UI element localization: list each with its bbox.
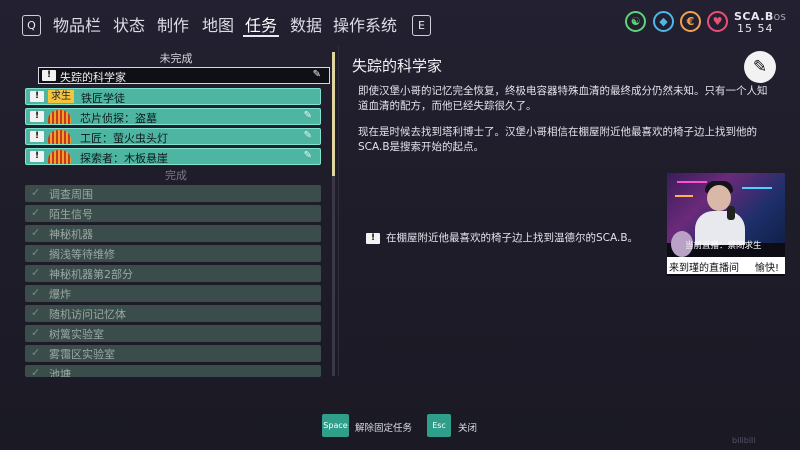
completed-quest-row[interactable]: ✓ 陌生信号 — [25, 205, 321, 222]
next-tab-key[interactable]: E — [412, 15, 431, 36]
completed-quest-row[interactable]: ✓ 神秘机器 — [25, 225, 321, 242]
now-streaming-label: 当前直播：禁闭求生 — [685, 241, 762, 251]
quest-list-scrollbar-thumb[interactable] — [332, 52, 335, 176]
quest-label: 探索者：木板悬崖 — [80, 152, 168, 165]
neon-light — [675, 195, 693, 197]
quest-tag: 求生 — [48, 90, 74, 103]
alert-icon: ! — [366, 232, 380, 244]
completed-quest-row[interactable]: ✓ 调查周围 — [25, 185, 321, 202]
quest-list-scrollbar-track[interactable] — [332, 176, 335, 376]
pin-icon[interactable]: ✎ — [304, 150, 312, 161]
ticker-right-text: 愉快! — [755, 263, 780, 274]
quest-label: 神秘机器第2部分 — [49, 268, 133, 281]
quest-selected-label: 失踪的科学家 — [60, 71, 126, 84]
quest-label: 陌生信号 — [49, 208, 93, 221]
food-glyph: € — [686, 15, 695, 28]
microphone-icon — [727, 206, 735, 220]
check-icon: ✓ — [31, 266, 41, 279]
quest-label: 爆炸 — [49, 288, 71, 301]
quest-label: 铁匠学徒 — [81, 92, 125, 105]
check-icon: ✓ — [31, 326, 41, 339]
stream-overlay: 当前直播：禁闭求生 来到瑾的直播间 愉快! — [667, 173, 785, 276]
quest-label: 调查周围 — [49, 188, 93, 201]
alert-icon: ! — [30, 111, 44, 122]
check-icon: ✓ — [31, 206, 41, 219]
completed-quest-row[interactable]: ✓ 爆炸 — [25, 285, 321, 302]
neon-light — [742, 187, 772, 189]
neon-light — [677, 181, 707, 183]
alert-icon: ! — [30, 131, 44, 142]
quest-objective: ! 在棚屋附近他最喜欢的椅子边上找到温德尔的SCA.B。 — [366, 230, 638, 245]
quest-objective-text: 在棚屋附近他最喜欢的椅子边上找到温德尔的SCA.B。 — [386, 232, 639, 244]
quest-description-2: 现在是时候去找到塔利博士了。汉堡小哥相信在棚屋附近他最喜欢的椅子边上找到他的SC… — [358, 126, 757, 153]
unpin-quest-label: 解除固定任务 — [355, 423, 413, 434]
incomplete-header: 未完成 — [159, 52, 193, 65]
quest-row[interactable]: ! 求生 铁匠学徒 — [25, 88, 321, 105]
quest-selected[interactable]: ! 失踪的科学家 ✎ — [38, 67, 330, 84]
heat-icon — [48, 150, 71, 164]
check-icon: ✓ — [31, 186, 41, 199]
food-icon: € — [680, 11, 701, 32]
pin-quest-icon[interactable]: ✎ — [744, 51, 776, 83]
stamina-icon: ☯ — [625, 11, 646, 32]
active-tab-underline — [243, 35, 279, 37]
pin-icon[interactable]: ✎ — [313, 69, 321, 80]
quest-label: 雾霭区实验室 — [49, 348, 115, 361]
health-icon: ♥ — [707, 11, 728, 32]
completed-header: 完成 — [165, 169, 187, 182]
quest-row[interactable]: ! 芯片侦探：盗墓 ✎ — [25, 108, 321, 125]
alert-icon: ! — [30, 151, 44, 162]
check-icon: ✓ — [31, 346, 41, 359]
quest-label: 树篱实验室 — [49, 328, 104, 341]
quest-label: 池塘 — [49, 368, 71, 377]
completed-quest-row[interactable]: ✓ 随机访问记忆体 — [25, 305, 321, 322]
tab-quests[interactable]: 任务 — [245, 12, 277, 36]
quest-label: 搁浅等待维修 — [49, 248, 115, 261]
completed-quest-row[interactable]: ✓ 树篱实验室 — [25, 325, 321, 342]
heat-icon — [48, 110, 71, 124]
completed-quest-row[interactable]: ✓ 神秘机器第2部分 — [25, 265, 321, 282]
health-glyph: ♥ — [712, 15, 723, 28]
tab-data[interactable]: 数据 — [290, 12, 322, 36]
pin-icon[interactable]: ✎ — [304, 110, 312, 121]
quest-row[interactable]: ! 工匠：萤火虫头灯 ✎ — [25, 128, 321, 145]
watermark: bilibili — [732, 436, 756, 445]
quest-label: 神秘机器 — [49, 228, 93, 241]
space-key-button[interactable]: Space — [322, 414, 349, 437]
close-label: 关闭 — [458, 423, 478, 434]
quest-detail-title: 失踪的科学家 — [352, 57, 443, 75]
tab-os[interactable]: 操作系统 — [333, 12, 397, 36]
ticker-left-text: 来到瑾的直播间 — [669, 263, 739, 274]
check-icon: ✓ — [31, 246, 41, 259]
tab-crafting[interactable]: 制作 — [157, 12, 189, 36]
tab-status[interactable]: 状态 — [113, 12, 145, 36]
quest-description-1: 即使汉堡小哥的记忆完全恢复，终极电容器特殊血清的最终成分仍然未知。只有一个人知道… — [358, 85, 768, 112]
tab-map[interactable]: 地图 — [202, 12, 234, 36]
esc-key-button[interactable]: Esc — [427, 414, 451, 437]
alert-icon: ! — [42, 70, 56, 81]
completed-quest-row[interactable]: ✓ 雾霭区实验室 — [25, 345, 321, 362]
alert-icon: ! — [30, 91, 44, 102]
pin-icon[interactable]: ✎ — [304, 130, 312, 141]
device-suffix: OS — [773, 13, 787, 22]
quest-row[interactable]: ! 探索者：木板悬崖 ✎ — [25, 148, 321, 165]
completed-quest-row[interactable]: ✓ 搁浅等待维修 — [25, 245, 321, 262]
clock: 15 54 — [737, 22, 774, 35]
check-icon: ✓ — [31, 366, 41, 377]
stamina-glyph: ☯ — [630, 15, 641, 28]
heat-icon — [48, 130, 71, 144]
check-icon: ✓ — [31, 226, 41, 239]
quest-label: 芯片侦探：盗墓 — [80, 112, 157, 125]
check-icon: ✓ — [31, 286, 41, 299]
tab-inventory[interactable]: 物品栏 — [53, 12, 101, 36]
top-navigation-bar: Q 物品栏 状态 制作 地图 任务 数据 操作系统 E ☯ ◆ € ♥ SCA.… — [0, 0, 800, 44]
water-icon: ◆ — [653, 11, 674, 32]
completed-quest-row[interactable]: ✓ 池塘 — [25, 365, 321, 377]
prev-tab-key[interactable]: Q — [22, 15, 41, 36]
check-icon: ✓ — [31, 306, 41, 319]
quest-label: 随机访问记忆体 — [49, 308, 126, 321]
quest-label: 工匠：萤火虫头灯 — [80, 132, 168, 145]
panel-divider — [338, 46, 339, 376]
stream-ticker: 来到瑾的直播间 愉快! — [667, 257, 785, 274]
